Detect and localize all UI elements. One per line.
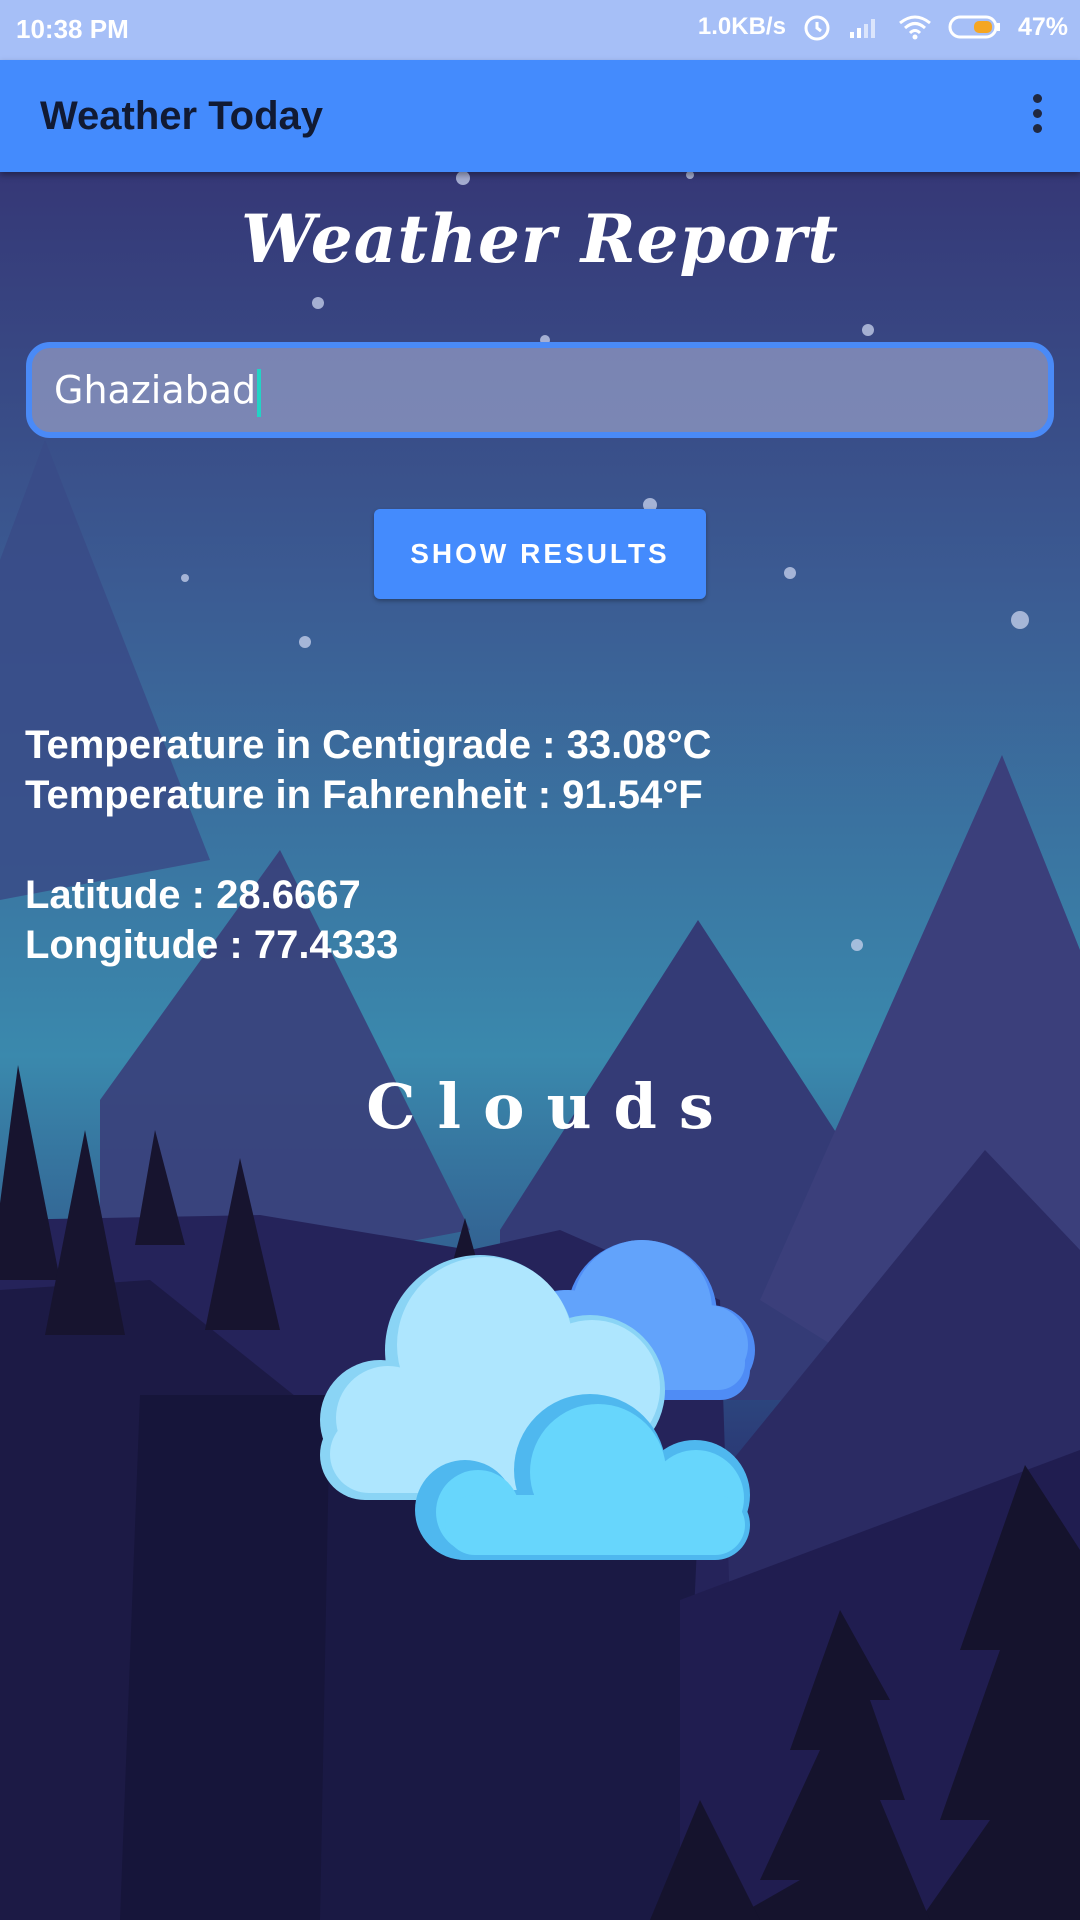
page-heading: Weather Report: [241, 200, 839, 278]
temperature-celsius: Temperature in Centigrade : 33.08°C: [25, 723, 712, 767]
overflow-menu-icon[interactable]: [1022, 90, 1052, 140]
network-speed: 1.0KB/s: [697, 13, 786, 40]
coordinates-block: Latitude : 28.6667 Longitude : 77.4333: [25, 870, 398, 970]
latitude: Latitude : 28.6667: [25, 873, 361, 917]
clouds-icon: [320, 1240, 755, 1560]
battery-icon: [948, 15, 1000, 39]
alarm-icon: [804, 15, 830, 41]
wifi-icon: [899, 15, 931, 40]
status-time: 10:38 PM: [16, 14, 129, 44]
temperature-block: Temperature in Centigrade : 33.08°C Temp…: [25, 720, 712, 820]
signal-icon: [849, 19, 875, 38]
weather-condition: Clouds: [366, 1070, 736, 1143]
app-bar: Weather Today: [0, 60, 1080, 172]
temperature-fahrenheit: Temperature in Fahrenheit : 91.54°F: [25, 773, 703, 817]
battery-percent: 47%: [1017, 12, 1068, 41]
city-input-value: Ghaziabad: [54, 368, 257, 412]
show-results-button[interactable]: SHOW RESULTS: [374, 509, 706, 599]
text-caret: [257, 368, 262, 417]
app-title: Weather Today: [40, 94, 324, 138]
status-bar: 10:38 PM 1.0KB/s 47%: [0, 0, 1080, 60]
city-input[interactable]: Ghaziabad: [26, 342, 1054, 438]
longitude: Longitude : 77.4333: [25, 923, 399, 967]
status-icons: 1.0KB/s 47%: [698, 12, 1068, 42]
